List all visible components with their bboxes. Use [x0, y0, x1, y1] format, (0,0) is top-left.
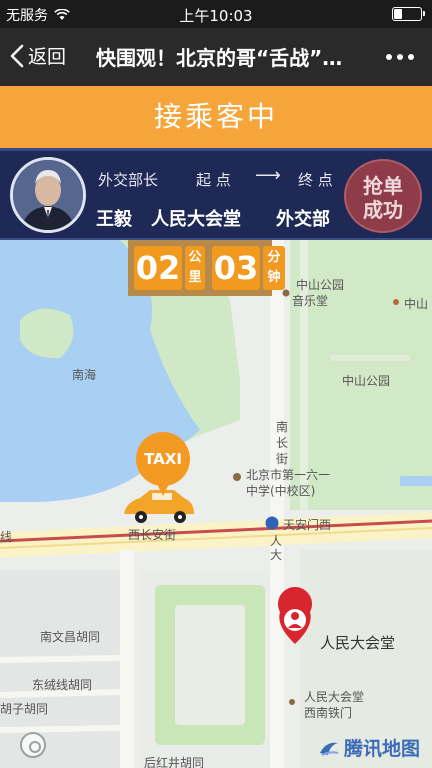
- passenger-title: 外交部长: [98, 171, 159, 189]
- map-label: 天安门西: [283, 518, 332, 532]
- time-unit-1: 分: [267, 250, 281, 265]
- tencent-map-icon: [320, 742, 339, 756]
- time-unit: 分 钟: [263, 246, 285, 290]
- grab-line-2: 成功: [363, 198, 403, 222]
- map-label: 街: [276, 452, 289, 466]
- map-label: 西长安街: [128, 528, 177, 542]
- avatar: [10, 157, 86, 233]
- map-label: 长: [276, 436, 289, 450]
- map-label: 南: [276, 420, 289, 434]
- map-label: 大: [270, 548, 283, 562]
- map-label: 音乐堂: [292, 294, 329, 308]
- end-place: 外交部: [276, 209, 330, 230]
- map-label: 东绒线胡同: [32, 678, 93, 692]
- start-label: 起 点: [196, 171, 231, 189]
- map-logo: 腾讯地图: [318, 734, 420, 761]
- map-view[interactable]: 02 公 里 03 分 钟 TAXI 中山公园 音乐堂 中山 中山公园 南海 南…: [0, 240, 432, 768]
- clock: 上午10:03: [179, 7, 253, 25]
- map-label: 中山: [404, 297, 429, 311]
- grab-success-badge[interactable]: 抢单 成功: [344, 159, 422, 233]
- map-label: 中学(中校区): [246, 484, 316, 498]
- map-label: 北京市第一六一: [246, 468, 331, 482]
- map-label: 后红井胡同: [144, 756, 205, 768]
- back-label: 返回: [28, 46, 67, 68]
- passenger-name: 王毅: [96, 209, 132, 230]
- status-bar: 无服务 上午10:03: [0, 0, 432, 28]
- map-label: 胡子胡同: [0, 702, 49, 716]
- more-icon[interactable]: [386, 54, 414, 60]
- map-logo-text: 腾讯地图: [344, 738, 421, 760]
- battery-icon: [392, 7, 425, 21]
- map-label: 人民大会堂: [320, 634, 396, 652]
- grab-line-1: 抢单: [363, 174, 403, 198]
- page-title: 快围观！北京的哥“舌战”…: [96, 46, 343, 70]
- map-label: 西南铁门: [304, 706, 353, 720]
- time-value: 03: [212, 246, 260, 290]
- map-label: 线: [0, 530, 13, 544]
- back-button[interactable]: 返回: [10, 42, 66, 69]
- distance-value: 02: [134, 246, 182, 290]
- locate-icon[interactable]: [20, 732, 46, 758]
- map-label: 南文昌胡同: [40, 630, 101, 644]
- status-banner: 接乘客中: [0, 86, 432, 148]
- map-label: 南海: [72, 368, 97, 382]
- distance-unit-1: 公: [188, 250, 202, 265]
- taxi-pin[interactable]: TAXI: [136, 432, 190, 496]
- time-unit-2: 钟: [267, 270, 281, 285]
- passenger-panel: 外交部长 起 点 ⟶ 终 点 王毅 人民大会堂 外交部 抢单 成功: [0, 148, 432, 240]
- map-label: 人民大会堂: [304, 690, 365, 704]
- end-label: 终 点: [298, 171, 333, 189]
- nav-bar: 返回 快围观！北京的哥“舌战”…: [0, 28, 432, 86]
- map-label: 中山公园: [296, 278, 345, 292]
- distance-time-counter: 02 公 里 03 分 钟: [128, 240, 285, 296]
- map-label: 中山公园: [342, 374, 391, 388]
- start-place: 人民大会堂: [151, 209, 241, 230]
- distance-unit: 公 里: [185, 246, 205, 290]
- arrow-icon: ⟶: [255, 165, 281, 186]
- distance-unit-2: 里: [188, 270, 202, 285]
- chevron-left-icon: [10, 44, 24, 67]
